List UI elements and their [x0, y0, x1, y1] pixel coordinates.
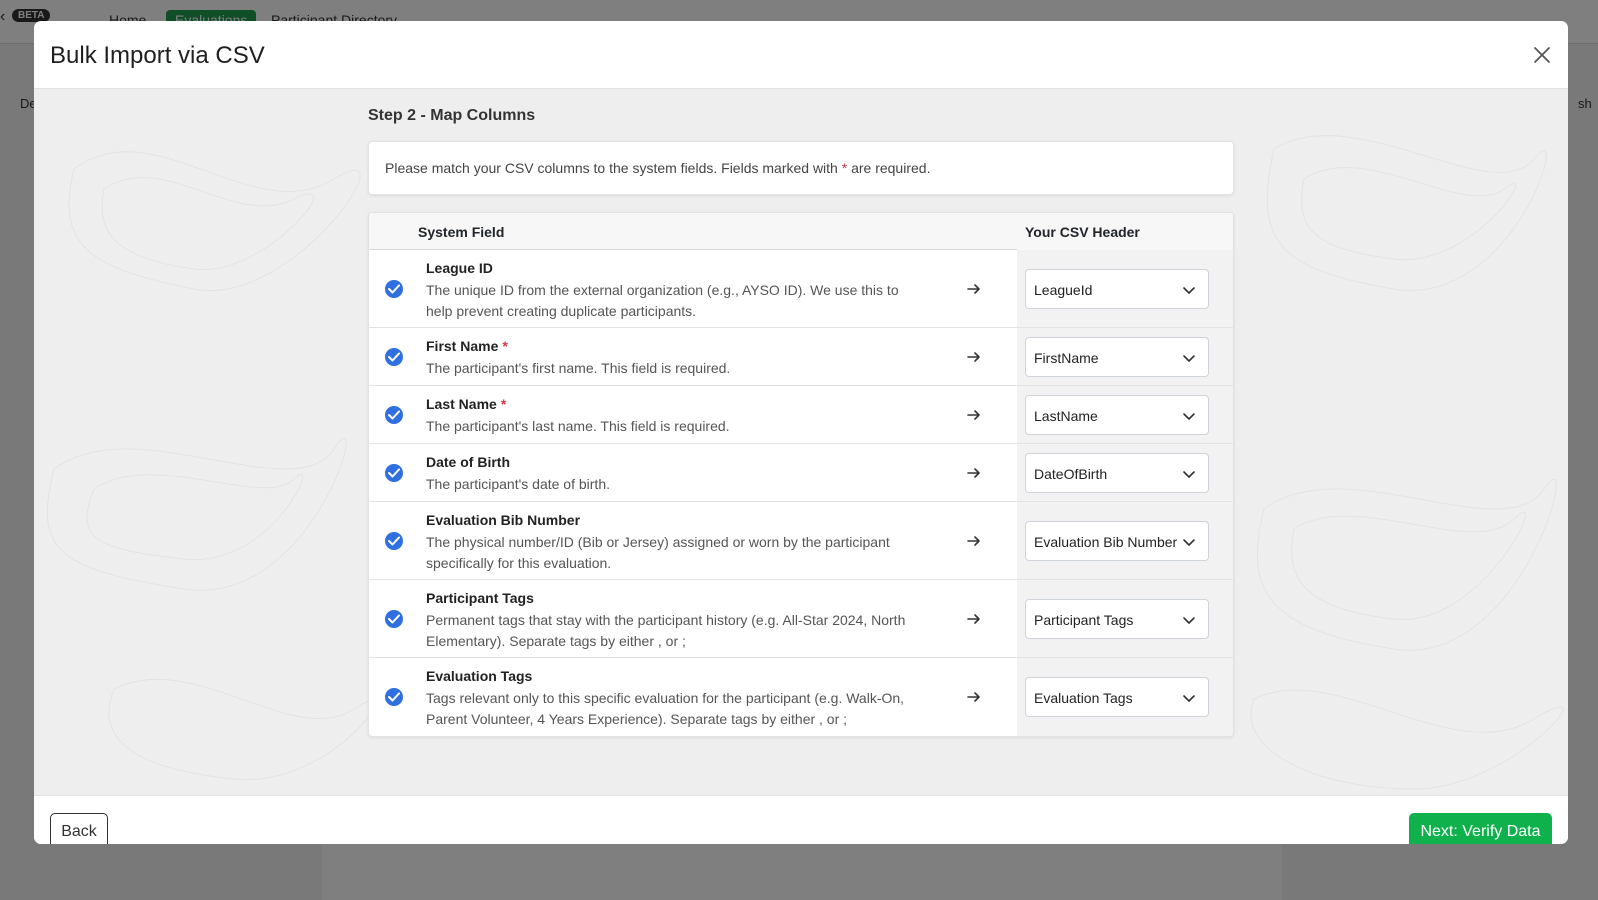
chevron-down-icon — [1183, 355, 1195, 362]
field-name: Evaluation Bib Number — [426, 512, 580, 528]
mapping-row: Evaluation Tags Tags relevant only to thi… — [369, 658, 1233, 736]
check-circle-icon — [385, 348, 403, 366]
modal-footer: Back Next: Verify Data — [34, 795, 1568, 844]
header-system-field: System Field — [418, 224, 505, 240]
check-circle-icon — [385, 406, 403, 424]
table-body: League ID The unique ID from the external… — [369, 250, 1233, 736]
chevron-down-icon — [1183, 287, 1195, 294]
close-button[interactable] — [1530, 43, 1554, 67]
table-header: System Field Your CSV Header — [369, 213, 1233, 250]
field-name-text: Last Name — [426, 396, 497, 412]
field-name-text: First Name — [426, 338, 499, 354]
csv-header-select-value: Evaluation Tags — [1034, 690, 1133, 706]
field-name-text: Evaluation Bib Number — [426, 512, 581, 528]
check-circle-icon — [385, 532, 403, 550]
arrow-right-icon — [967, 468, 980, 478]
mapping-row: Date of Birth The participant's date of b… — [369, 444, 1233, 502]
check-circle-icon — [385, 688, 403, 706]
mapping-row: League ID The unique ID from the external… — [369, 250, 1233, 328]
field-name-text: Evaluation Tags — [426, 668, 533, 684]
csv-header-select[interactable]: DateOfBirth — [1025, 453, 1209, 493]
mapping-row: Evaluation Bib Number The physical number… — [369, 502, 1233, 580]
required-asterisk: * — [502, 338, 508, 354]
info-box: Please match your CSV columns to the sys… — [368, 141, 1234, 195]
csv-header-select-value: Evaluation Bib Number — [1034, 534, 1178, 550]
field-name-text: Date of Birth — [426, 454, 510, 470]
info-text-end: are required. — [847, 160, 931, 176]
mapping-row: Participant Tags Permanent tags that stay… — [369, 580, 1233, 658]
csv-header-select[interactable]: FirstName — [1025, 337, 1209, 377]
next-verify-data-button[interactable]: Next: Verify Data — [1409, 813, 1552, 844]
field-name-text: League ID — [426, 260, 493, 276]
arrow-right-icon — [967, 284, 980, 294]
csv-header-select[interactable]: Participant Tags — [1025, 599, 1209, 639]
back-button[interactable]: Back — [50, 813, 108, 844]
csv-header-select[interactable]: Evaluation Bib Number — [1025, 521, 1209, 561]
csv-header-select-value: FirstName — [1034, 350, 1099, 366]
header-csv-header: Your CSV Header — [1025, 224, 1140, 240]
csv-header-select[interactable]: LastName — [1025, 395, 1209, 435]
close-icon — [1534, 47, 1550, 63]
field-description: The participant's date of birth. — [426, 476, 610, 492]
check-circle-icon — [385, 464, 403, 482]
chevron-down-icon — [1183, 695, 1195, 702]
field-name: Date of Birth — [426, 454, 510, 470]
arrow-right-icon — [967, 614, 980, 624]
field-name: First Name * — [426, 338, 508, 354]
column-mapping-table: System Field Your CSV Header League ID Th… — [368, 212, 1234, 737]
csv-header-select-value: LeagueId — [1034, 282, 1093, 298]
field-name: Evaluation Tags — [426, 668, 532, 684]
csv-header-select-value: DateOfBirth — [1034, 466, 1108, 482]
info-text: Please match your CSV columns to the sys… — [385, 160, 842, 176]
field-name: Last Name * — [426, 396, 506, 412]
step-title: Step 2 - Map Columns — [368, 107, 536, 124]
chevron-down-icon — [1183, 471, 1195, 478]
arrow-right-icon — [967, 536, 980, 546]
field-description: The physical number/ID (Bib or Jersey) a… — [426, 534, 890, 571]
modal-body: Step 2 - Map Columns Please match your C… — [34, 89, 1568, 795]
chevron-down-icon — [1183, 413, 1195, 420]
csv-header-select-value: LastName — [1034, 408, 1098, 424]
csv-header-select[interactable]: Evaluation Tags — [1025, 677, 1209, 717]
mapping-row: Last Name * The participant's last name. T… — [369, 386, 1233, 444]
required-asterisk: * — [500, 396, 507, 412]
arrow-right-icon — [967, 410, 980, 420]
field-description: Permanent tags that stay with the partic… — [426, 612, 906, 649]
chevron-down-icon — [1183, 617, 1195, 624]
field-name: League ID — [426, 260, 493, 276]
modal-title: Bulk Import via CSV — [50, 42, 265, 69]
field-name: Participant Tags — [426, 590, 534, 606]
check-circle-icon — [385, 280, 403, 298]
chevron-down-icon — [1183, 539, 1195, 546]
field-description: Tags relevant only to this specific eval… — [426, 690, 905, 727]
modal-header: Bulk Import via CSV — [34, 21, 1568, 89]
field-name-text: Participant Tags — [426, 590, 534, 606]
csv-header-select[interactable]: LeagueId — [1025, 269, 1209, 309]
bulk-import-modal: Bulk Import via CSV Step 2 - Map Columns — [34, 21, 1568, 844]
check-circle-icon — [385, 610, 403, 628]
mapping-row: First Name * The participant's first name.… — [369, 328, 1233, 386]
field-description: The unique ID from the external organiza… — [426, 282, 899, 319]
field-description: The participant's last name. This field … — [426, 418, 730, 434]
arrow-right-icon — [967, 352, 980, 362]
field-description: The participant's first name. This field… — [426, 360, 731, 376]
arrow-right-icon — [967, 692, 980, 702]
csv-header-select-value: Participant Tags — [1034, 612, 1134, 628]
